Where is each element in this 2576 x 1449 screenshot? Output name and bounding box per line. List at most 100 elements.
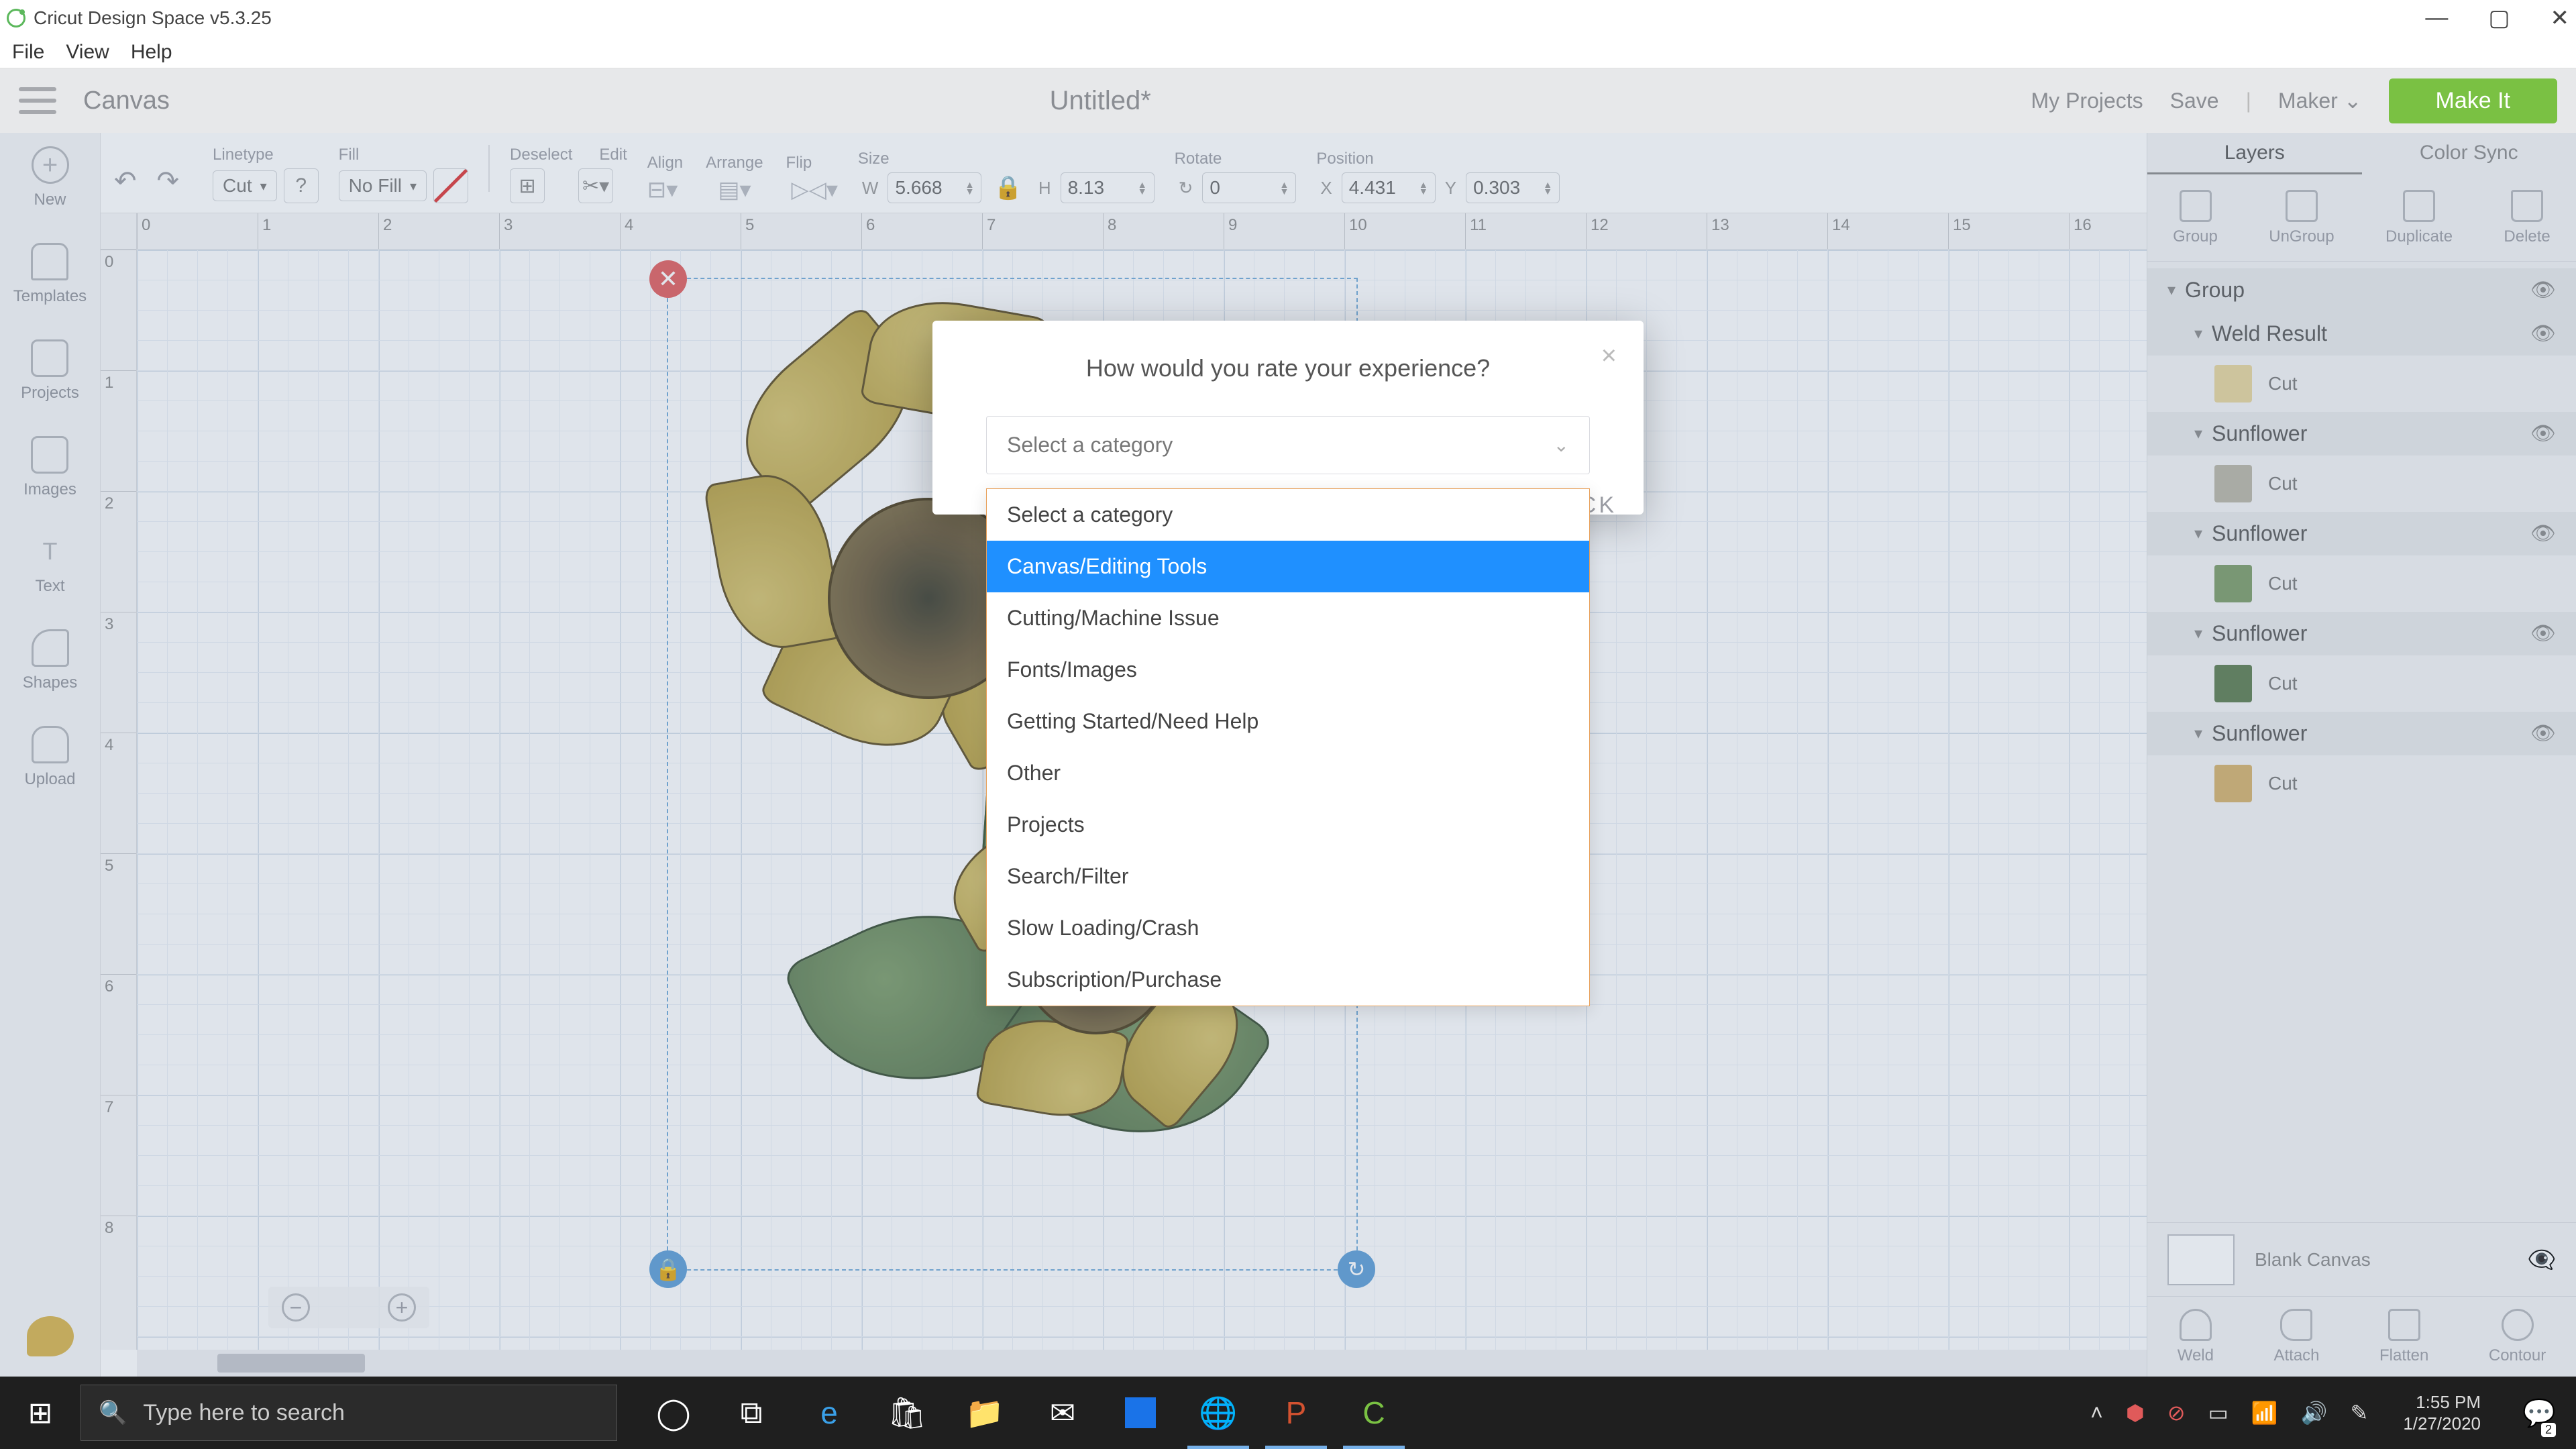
fill-color-swatch[interactable] bbox=[433, 168, 468, 203]
attach-action[interactable]: Attach bbox=[2273, 1309, 2319, 1365]
zoom-out-button[interactable]: − bbox=[282, 1293, 310, 1322]
flip-button[interactable]: ▷◁▾ bbox=[792, 176, 838, 203]
visibility-icon[interactable]: 👁 bbox=[2530, 722, 2556, 745]
group-action[interactable]: Group bbox=[2173, 190, 2218, 246]
modal-close-button[interactable]: × bbox=[1601, 341, 1617, 371]
dropdown-option[interactable]: Canvas/Editing Tools bbox=[987, 541, 1589, 592]
visibility-off-icon[interactable]: 👁‍🗨 bbox=[2528, 1246, 2556, 1273]
layer-sunflower[interactable]: ▾Sunflower👁 bbox=[2147, 512, 2576, 555]
lock-aspect-icon[interactable]: 🔒 bbox=[987, 174, 1028, 201]
projects-tool[interactable]: Projects bbox=[21, 339, 79, 402]
tray-pen-icon[interactable]: ✎ bbox=[2351, 1400, 2369, 1426]
linetype-select[interactable]: Cut▾ bbox=[213, 170, 277, 201]
dropdown-option[interactable]: Projects bbox=[987, 799, 1589, 851]
dropdown-option[interactable]: Cutting/Machine Issue bbox=[987, 592, 1589, 644]
undo-button[interactable]: ↶ bbox=[114, 166, 137, 197]
dropdown-option[interactable]: Search/Filter bbox=[987, 851, 1589, 902]
x-input[interactable]: 4.431▲▼ bbox=[1342, 172, 1436, 203]
category-select[interactable]: Select a category ⌄ bbox=[986, 416, 1590, 474]
tab-color-sync[interactable]: Color Sync bbox=[2362, 133, 2576, 174]
linetype-help[interactable]: ? bbox=[284, 168, 319, 203]
task-view-button[interactable]: ⧉ bbox=[715, 1377, 788, 1449]
templates-tool[interactable]: Templates bbox=[13, 243, 87, 306]
menu-help[interactable]: Help bbox=[131, 41, 172, 64]
deselect-button[interactable]: ⊞ bbox=[510, 168, 545, 203]
app-powerpoint[interactable]: P bbox=[1260, 1377, 1332, 1449]
align-button[interactable]: ⊟▾ bbox=[647, 176, 678, 203]
tray-volume-icon[interactable]: 🔊 bbox=[2301, 1400, 2328, 1426]
visibility-icon[interactable]: 👁 bbox=[2530, 278, 2556, 302]
taskbar-search[interactable]: 🔍 Type here to search bbox=[80, 1385, 617, 1441]
dropdown-option[interactable]: Getting Started/Need Help bbox=[987, 696, 1589, 747]
images-tool[interactable]: Images bbox=[23, 436, 76, 499]
visibility-icon[interactable]: 👁 bbox=[2530, 522, 2556, 545]
layer-sunflower[interactable]: ▾Sunflower👁 bbox=[2147, 412, 2576, 455]
sublayer-cut[interactable]: Cut bbox=[2147, 555, 2576, 612]
make-it-button[interactable]: Make It bbox=[2389, 78, 2557, 123]
sublayer-cut[interactable]: Cut bbox=[2147, 755, 2576, 812]
visibility-icon[interactable]: 👁 bbox=[2530, 322, 2556, 345]
tray-battery-icon[interactable]: ▭ bbox=[2208, 1400, 2229, 1426]
delete-selection-icon[interactable]: ✕ bbox=[649, 260, 687, 298]
maximize-button[interactable]: ▢ bbox=[2488, 5, 2510, 32]
app-file-explorer[interactable]: 📁 bbox=[949, 1377, 1021, 1449]
shapes-tool[interactable]: Shapes bbox=[23, 629, 77, 692]
edit-dropdown[interactable]: ✂▾ bbox=[578, 168, 613, 203]
horizontal-scrollbar[interactable] bbox=[137, 1350, 2147, 1377]
tab-layers[interactable]: Layers bbox=[2147, 133, 2362, 174]
tray-icon[interactable]: ⊘ bbox=[2167, 1400, 2186, 1426]
arrange-button[interactable]: ▤▾ bbox=[718, 176, 751, 203]
layer-weld-result[interactable]: ▾Weld Result👁 bbox=[2147, 312, 2576, 356]
rotate-handle-icon[interactable]: ↻ bbox=[1338, 1250, 1375, 1288]
height-input[interactable]: 8.13▲▼ bbox=[1061, 172, 1155, 203]
sublayer-cut[interactable]: Cut bbox=[2147, 356, 2576, 412]
start-button[interactable]: ⊞ bbox=[0, 1377, 80, 1449]
lock-selection-icon[interactable]: 🔒 bbox=[649, 1250, 687, 1288]
tray-wifi-icon[interactable]: 📶 bbox=[2251, 1400, 2278, 1426]
minimize-button[interactable]: ― bbox=[2425, 5, 2448, 32]
scrollbar-thumb[interactable] bbox=[217, 1354, 365, 1373]
close-window-button[interactable]: ✕ bbox=[2551, 5, 2570, 32]
machine-selector[interactable]: Maker ⌄ bbox=[2278, 88, 2362, 113]
sublayer-cut[interactable]: Cut bbox=[2147, 455, 2576, 512]
visibility-icon[interactable]: 👁 bbox=[2530, 622, 2556, 645]
delete-action[interactable]: Delete bbox=[2504, 190, 2550, 246]
y-input[interactable]: 0.303▲▼ bbox=[1466, 172, 1560, 203]
dropdown-option[interactable]: Select a category bbox=[987, 489, 1589, 541]
tray-icon[interactable]: ⬢ bbox=[2126, 1400, 2145, 1426]
cortana-button[interactable]: ◯ bbox=[637, 1377, 710, 1449]
save-link[interactable]: Save bbox=[2170, 89, 2219, 113]
app-store[interactable]: 🛍 bbox=[871, 1377, 943, 1449]
text-tool[interactable]: TText bbox=[32, 533, 69, 596]
width-input[interactable]: 5.668▲▼ bbox=[888, 172, 981, 203]
menu-view[interactable]: View bbox=[66, 41, 109, 64]
app-mail[interactable]: ✉ bbox=[1026, 1377, 1099, 1449]
sublayer-cut[interactable]: Cut bbox=[2147, 655, 2576, 712]
app-generic[interactable] bbox=[1125, 1397, 1156, 1428]
ungroup-action[interactable]: UnGroup bbox=[2269, 190, 2334, 246]
fill-select[interactable]: No Fill▾ bbox=[339, 170, 427, 201]
upload-tool[interactable]: Upload bbox=[24, 726, 75, 789]
zoom-in-button[interactable]: + bbox=[388, 1293, 416, 1322]
app-cricut[interactable]: C bbox=[1338, 1377, 1410, 1449]
rotate-input[interactable]: 0▲▼ bbox=[1202, 172, 1296, 203]
app-edge[interactable]: e bbox=[793, 1377, 865, 1449]
new-tool[interactable]: +New bbox=[32, 146, 69, 209]
layer-sunflower[interactable]: ▾Sunflower👁 bbox=[2147, 712, 2576, 755]
dropdown-option[interactable]: Subscription/Purchase bbox=[987, 954, 1589, 1006]
dropdown-option[interactable]: Fonts/Images bbox=[987, 644, 1589, 696]
dropdown-option[interactable]: Other bbox=[987, 747, 1589, 799]
visibility-icon[interactable]: 👁 bbox=[2530, 422, 2556, 445]
flatten-action[interactable]: Flatten bbox=[2379, 1309, 2428, 1365]
tray-overflow-icon[interactable]: ˄ bbox=[2090, 1401, 2103, 1426]
taskbar-clock[interactable]: 1:55 PM 1/27/2020 bbox=[2403, 1391, 2481, 1434]
redo-button[interactable]: ↷ bbox=[157, 166, 180, 197]
layer-group[interactable]: ▾Group👁 bbox=[2147, 268, 2576, 312]
blank-canvas-row[interactable]: Blank Canvas 👁‍🗨 bbox=[2147, 1222, 2576, 1296]
hamburger-menu-button[interactable] bbox=[19, 87, 56, 114]
app-chrome[interactable]: 🌐 bbox=[1182, 1377, 1254, 1449]
my-projects-link[interactable]: My Projects bbox=[2031, 89, 2143, 113]
weld-action[interactable]: Weld bbox=[2178, 1309, 2214, 1365]
layer-sunflower[interactable]: ▾Sunflower👁 bbox=[2147, 612, 2576, 655]
chat-bubble-icon[interactable] bbox=[27, 1316, 74, 1356]
